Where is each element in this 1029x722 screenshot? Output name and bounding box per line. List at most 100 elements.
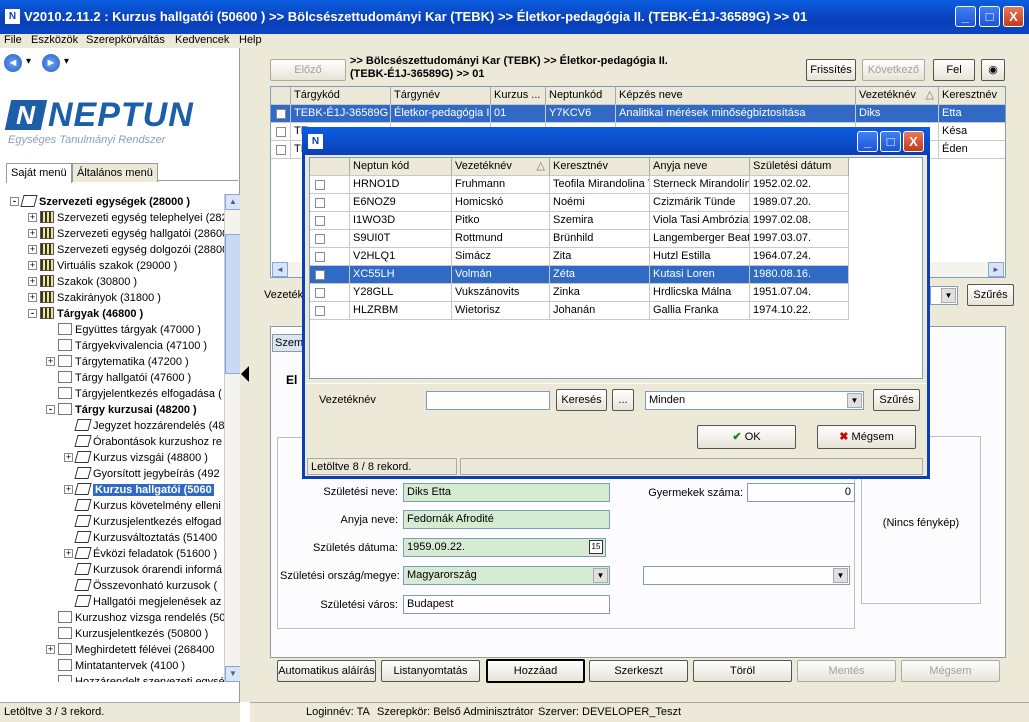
main_grid-col-header[interactable]: Neptunkód <box>546 87 616 105</box>
tree-item[interactable]: + Szervezeti egység dolgozói (28800 <box>28 242 224 258</box>
sort-arrow-icon[interactable]: △ <box>537 158 545 175</box>
tree-item[interactable]: + Évközi feladatok (51600 ) <box>64 546 217 562</box>
expand-icon[interactable]: + <box>28 213 37 222</box>
tree-item[interactable]: + Szervezeti egység telephelyei (282 <box>28 210 224 226</box>
maximize-button[interactable]: □ <box>979 6 1000 27</box>
tree-item[interactable]: + Meghirdetett félévei (268400 <box>46 642 214 658</box>
tree-item[interactable]: Mintatantervek (4100 ) <box>58 658 185 674</box>
row-checkbox[interactable] <box>276 109 286 119</box>
row-checkbox-cell[interactable] <box>310 248 350 266</box>
tree-item[interactable]: + Virtuális szakok (29000 ) <box>28 258 177 274</box>
tree-item[interactable]: + Szakok (30800 ) <box>28 274 137 290</box>
back-icon[interactable]: ◄ <box>4 54 22 72</box>
tree-item[interactable]: Kurzusjelentkezés elfogad <box>74 514 221 530</box>
tab-own-menu[interactable]: Saját menü <box>6 163 72 183</box>
close-button[interactable]: X <box>1003 6 1024 27</box>
row-checkbox-cell[interactable] <box>310 284 350 302</box>
row-checkbox-cell[interactable] <box>310 194 350 212</box>
expand-icon[interactable]: + <box>28 229 37 238</box>
row-checkbox[interactable] <box>315 270 325 280</box>
scroll-up-icon[interactable]: ▲ <box>225 194 241 210</box>
dialog-filter-select[interactable]: Minden ▼ <box>645 391 864 410</box>
row-checkbox-cell[interactable] <box>271 105 291 123</box>
main_grid-col-header[interactable]: Keresztnév <box>939 87 1005 105</box>
expand-icon[interactable]: + <box>46 645 55 654</box>
county-select[interactable]: ▼ <box>643 566 850 585</box>
tree-item[interactable]: Kurzusjelentkezés (50800 ) <box>58 626 208 642</box>
row-checkbox[interactable] <box>276 127 286 137</box>
calendar-icon[interactable]: 15 <box>589 540 603 554</box>
tree-item[interactable]: - Tárgy kurzusai (48200 ) <box>46 402 197 418</box>
dialog-minimize-button[interactable]: _ <box>857 131 878 152</box>
tree-item[interactable]: Hozzárendelt szervezeti egysé <box>58 674 224 682</box>
expand-icon[interactable]: + <box>28 293 37 302</box>
row-checkbox[interactable] <box>315 180 325 190</box>
back-dropdown-icon[interactable]: ▾ <box>26 56 31 67</box>
expand-icon[interactable]: + <box>64 549 73 558</box>
expand-icon[interactable]: + <box>28 245 37 254</box>
expand-icon[interactable]: + <box>28 277 37 286</box>
prev-button[interactable]: Előző <box>270 59 346 81</box>
save-button[interactable]: Mentés <box>797 660 896 682</box>
row-checkbox-cell[interactable] <box>271 123 291 141</box>
tree-item[interactable]: Kurzushoz vizsga rendelés (50 <box>58 610 224 626</box>
dialog-maximize-button[interactable]: □ <box>880 131 901 152</box>
scroll-down-icon[interactable]: ▼ <box>225 666 241 682</box>
tree-item[interactable]: + Tárgytematika (47200 ) <box>46 354 189 370</box>
dialog-filter-button[interactable]: Szűrés <box>873 389 920 411</box>
collapse-icon[interactable]: - <box>10 197 19 206</box>
expand-icon[interactable]: + <box>28 261 37 270</box>
expand-icon[interactable]: + <box>64 453 73 462</box>
row-checkbox-cell[interactable] <box>271 141 291 159</box>
birth-name-field[interactable]: Diks Etta <box>403 483 610 502</box>
tree-item[interactable]: Összevonható kurzusok ( <box>74 578 217 594</box>
collapse-icon[interactable]: - <box>46 405 55 414</box>
main_grid-col-header[interactable]: Képzés neve <box>616 87 856 105</box>
row-checkbox[interactable] <box>315 234 325 244</box>
dialog-col-header[interactable]: Keresztnév <box>550 158 650 176</box>
list-print-button[interactable]: Listanyomtatás <box>381 660 480 682</box>
scroll-right-icon[interactable]: ► <box>988 262 1004 277</box>
dialog-col-header[interactable]: Neptun kód <box>350 158 452 176</box>
minimize-button[interactable]: _ <box>955 6 976 27</box>
dialog-close-button[interactable]: X <box>903 131 924 152</box>
tree-item[interactable]: + Kurzus hallgatói (5060 <box>64 482 214 498</box>
expand-icon[interactable]: + <box>64 485 73 494</box>
dialog-col-header[interactable]: Vezetéknév △ <box>452 158 550 176</box>
scroll-left-icon[interactable]: ◄ <box>272 262 288 277</box>
tree-item[interactable]: Kurzusok órarendi informá <box>74 562 222 578</box>
tree-item[interactable]: + Kurzus vizsgái (48800 ) <box>64 450 208 466</box>
tree-item[interactable]: Kurzus követelmény elleni <box>74 498 221 514</box>
main_grid-col-header[interactable]: Vezetéknév △ <box>856 87 939 105</box>
row-checkbox[interactable] <box>315 216 325 226</box>
tree-item[interactable]: Kurzusváltoztatás (51400 <box>74 530 217 546</box>
row-checkbox[interactable] <box>315 306 325 316</box>
tree-item[interactable]: - Tárgyak (46800 ) <box>28 306 143 322</box>
filter-select[interactable]: ▼ <box>930 286 958 305</box>
up-button[interactable]: Fel <box>933 59 975 81</box>
tree-item[interactable]: + Szakirányok (31800 ) <box>28 290 161 306</box>
dialog-ok-button[interactable]: ✔ OK <box>697 425 796 449</box>
main_grid-col-header[interactable]: Kurzus ... <box>491 87 546 105</box>
menu-file[interactable]: File <box>4 34 22 46</box>
expand-icon[interactable]: + <box>46 357 55 366</box>
tree-item[interactable]: + Szervezeti egység hallgatói (28600 <box>28 226 224 242</box>
refresh-button[interactable]: Frissítés <box>806 59 856 81</box>
forward-dropdown-icon[interactable]: ▾ <box>64 56 69 67</box>
city-field[interactable]: Budapest <box>403 595 610 614</box>
country-select[interactable]: Magyarország ▼ <box>403 566 610 585</box>
menu-favorites[interactable]: Kedvencek <box>175 34 229 46</box>
dialog-search-input[interactable] <box>426 391 550 410</box>
mother-name-field[interactable]: Fedornák Afrodité <box>403 510 610 529</box>
tree-item[interactable]: Tárgyjelentkezés elfogadása ( <box>58 386 222 402</box>
dialog-col-header[interactable]: Születési dátum <box>750 158 849 176</box>
birth-date-field[interactable]: 1959.09.22. 15 <box>403 538 606 557</box>
tree-item[interactable]: Tárgy hallgatói (47600 ) <box>58 370 191 386</box>
row-checkbox-cell[interactable] <box>310 266 350 284</box>
delete-button[interactable]: Töröl <box>693 660 792 682</box>
row-checkbox[interactable] <box>276 145 286 155</box>
dialog-search-button[interactable]: Keresés <box>556 389 607 411</box>
main_grid-col-header[interactable]: Tárgykód <box>291 87 391 105</box>
collapse-icon[interactable]: - <box>28 309 37 318</box>
row-checkbox-cell[interactable] <box>310 302 350 320</box>
